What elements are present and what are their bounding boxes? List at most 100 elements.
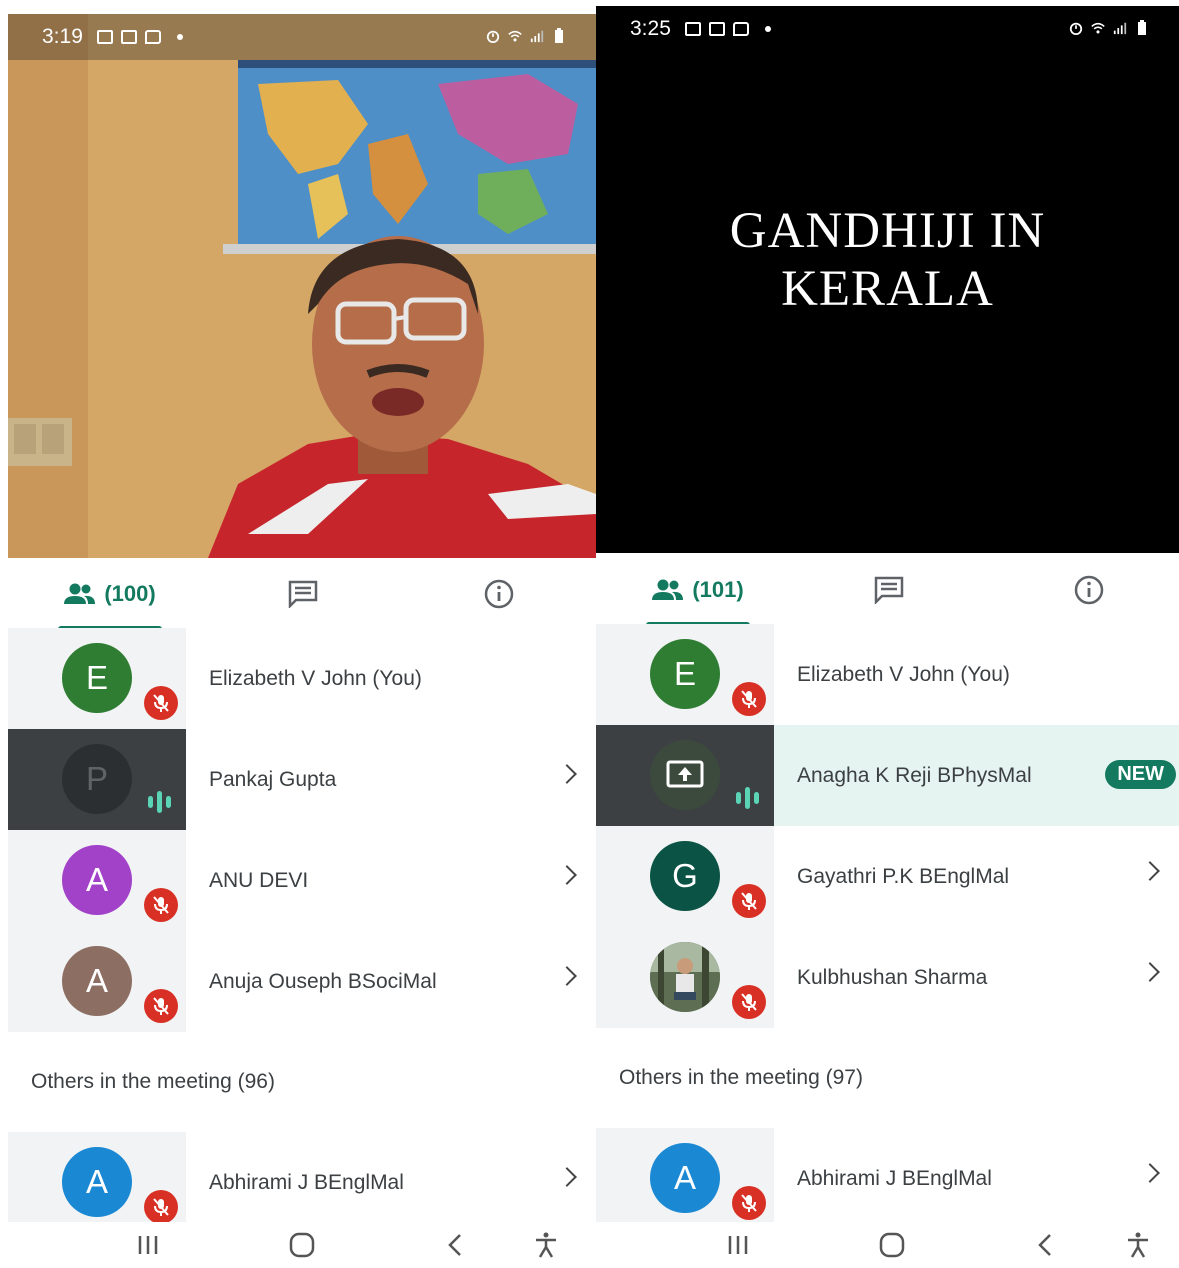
presentation-view[interactable]: 3:25 GANDHIJI IN KERALA (596, 6, 1179, 553)
participant-tile: A (8, 1132, 186, 1233)
mic-off-icon (144, 989, 178, 1023)
status-time: 3:25 (630, 17, 671, 40)
present-screen-icon (666, 760, 704, 788)
battery-icon (555, 28, 563, 43)
avatar: A (650, 1143, 720, 1213)
mic-off-icon (732, 1186, 766, 1220)
avatar: A (62, 845, 132, 915)
participant-tile: A (8, 931, 186, 1032)
participant-name: Anuja Ouseph BSociMal (209, 969, 437, 993)
participant-name: Pankaj Gupta (209, 767, 337, 791)
slide-title-line-2: KERALA (781, 261, 994, 317)
wifi-icon (1091, 22, 1105, 34)
new-badge: NEW (1105, 760, 1176, 789)
notification-dot-icon (176, 34, 183, 40)
chevron-right-icon[interactable] (557, 865, 577, 885)
participant-name: Kulbhushan Sharma (797, 965, 988, 989)
mic-off-icon (732, 682, 766, 716)
home-button[interactable] (872, 1228, 912, 1262)
tab-bar: (100) (8, 560, 596, 630)
tab-bar: (101) (596, 556, 1179, 626)
participant-name: Gayathri P.K BEnglMal (797, 864, 1010, 888)
back-button[interactable] (1026, 1228, 1066, 1262)
chevron-right-icon[interactable] (1140, 861, 1160, 881)
back-button[interactable] (436, 1228, 476, 1262)
participant-name: Elizabeth V John (You) (797, 662, 1010, 686)
signal-icon (1113, 22, 1127, 35)
recent-apps-button[interactable] (718, 1228, 758, 1262)
tab-chat[interactable] (864, 556, 914, 624)
participant-name: Anagha K Reji BPhysMal (797, 763, 1032, 787)
participant-row[interactable]: A Anuja Ouseph BSociMal (8, 931, 596, 1032)
participant-tile: P (8, 729, 186, 830)
participant-name: Abhirami J BEnglMal (797, 1166, 992, 1190)
status-bar: 3:25 (596, 6, 1179, 52)
chat-icon (874, 576, 904, 604)
avatar: E (62, 643, 132, 713)
chevron-right-icon[interactable] (557, 1167, 577, 1187)
mic-off-icon (144, 1190, 178, 1224)
participant-row[interactable]: A Abhirami J BEnglMal (8, 1132, 596, 1233)
home-icon (289, 1232, 315, 1258)
participant-tile (596, 927, 774, 1028)
status-bar: 3:19 (8, 14, 596, 60)
participant-row[interactable]: Anagha K Reji BPhysMal NEW (596, 725, 1179, 826)
slide-title: GANDHIJI IN KERALA (596, 202, 1179, 318)
participant-name: Abhirami J BEnglMal (209, 1170, 404, 1194)
tab-people[interactable]: (100) (58, 560, 162, 630)
mic-off-icon (144, 686, 178, 720)
participant-row[interactable]: Kulbhushan Sharma (596, 927, 1179, 1028)
avatar-photo (650, 942, 720, 1012)
participant-row[interactable]: A ANU DEVI (8, 830, 596, 931)
participant-row[interactable]: G Gayathri P.K BEnglMal (596, 826, 1179, 927)
speaker-video[interactable]: 3:19 (8, 14, 596, 558)
accessibility-icon (536, 1232, 556, 1258)
avatar (650, 740, 720, 810)
others-section-header: Others in the meeting (96) (8, 1032, 596, 1132)
recent-apps-icon (728, 1236, 748, 1254)
accessibility-button[interactable] (526, 1228, 566, 1262)
participant-tile: E (8, 628, 186, 729)
tab-info[interactable] (474, 560, 524, 628)
chevron-right-icon[interactable] (1140, 1163, 1160, 1183)
message-icon (732, 22, 749, 36)
participant-row[interactable]: P Pankaj Gupta (8, 729, 596, 830)
tab-people[interactable]: (101) (646, 556, 750, 626)
battery-icon (1138, 20, 1146, 35)
participant-name: Elizabeth V John (You) (209, 666, 422, 690)
home-button[interactable] (282, 1228, 322, 1262)
participant-row[interactable]: E Elizabeth V John (You) (8, 628, 596, 729)
accessibility-icon (1128, 1232, 1148, 1258)
left-phone-screen: 3:19 (100) E Elizabeth V John (You) P Pa… (8, 0, 596, 1268)
alarm-icon (486, 30, 500, 43)
keyboard-icon (120, 30, 137, 44)
participant-list: E Elizabeth V John (You) Anagha K Reji B… (596, 624, 1179, 1229)
chat-icon (288, 580, 318, 608)
avatar: A (62, 1147, 132, 1217)
message-icon (144, 30, 161, 44)
tab-chat[interactable] (278, 560, 328, 628)
people-count: (100) (104, 581, 156, 606)
tab-info[interactable] (1064, 556, 1114, 624)
chevron-right-icon[interactable] (557, 764, 577, 784)
back-icon (1038, 1234, 1051, 1256)
participant-row[interactable]: E Elizabeth V John (You) (596, 624, 1179, 725)
participant-name: ANU DEVI (209, 868, 309, 892)
signal-icon (530, 30, 544, 43)
accessibility-button[interactable] (1118, 1228, 1158, 1262)
gallery-icon (96, 30, 113, 44)
back-icon (448, 1234, 461, 1256)
recent-apps-button[interactable] (128, 1228, 168, 1262)
right-phone-screen: 3:25 GANDHIJI IN KERALA (101) E Elizabet… (596, 0, 1179, 1268)
others-section-header: Others in the meeting (97) (596, 1028, 1179, 1128)
notification-dot-icon (764, 26, 771, 32)
slide-title-line-1: GANDHIJI IN (729, 203, 1046, 259)
participant-tile: A (596, 1128, 774, 1229)
chevron-right-icon[interactable] (1140, 962, 1160, 982)
chevron-right-icon[interactable] (557, 966, 577, 986)
keyboard-icon (708, 22, 725, 36)
speaker-video-frame (8, 14, 596, 558)
avatar: E (650, 639, 720, 709)
participant-row[interactable]: A Abhirami J BEnglMal (596, 1128, 1179, 1229)
avatar: P (62, 744, 132, 814)
